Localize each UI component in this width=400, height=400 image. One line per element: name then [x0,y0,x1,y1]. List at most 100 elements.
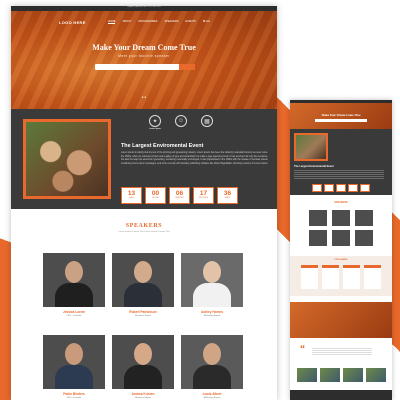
counter-label: SECONDS [199,197,208,199]
counter-seats: 36 SEATS [217,187,238,204]
search-button[interactable] [179,64,195,70]
counter-label: SEATS [224,197,231,199]
mobile-speaker-photo[interactable] [355,230,373,246]
mobile-testimonial-text [312,348,372,356]
speaker-name: Pablo Binders [63,392,85,396]
speaker-card[interactable]: Andrea Kristen Business Expert [112,335,174,399]
site-logo[interactable]: LOGO HERE [59,20,86,25]
counter-hours: 00 HOURS [145,187,166,204]
counter-value: 00 [151,190,160,197]
nav-item-programmes[interactable]: PROGRAMMES [138,20,157,24]
counter-label: MINUTES [175,197,184,199]
speaker-name: Jessica Lorem [62,310,86,314]
nav-menu: HOME ABOUT PROGRAMMES SPEAKERS EVENTS BL… [107,20,210,24]
mobile-speakers-title: SPEAKERS [334,201,348,204]
speaker-role: Business Expert [135,397,151,399]
mobile-testimonial: “ [290,338,392,368]
nav-item-speakers[interactable]: SPEAKERS [164,20,178,24]
mobile-program-card[interactable] [364,265,381,289]
mobile-speaker-photo[interactable] [332,210,350,226]
mobile-programs-title: PROGRAMS [334,259,348,261]
main-navigation: LOGO HERE HOME ABOUT PROGRAMMES SPEAKERS… [11,17,277,27]
speaker-name: Ashley Homes [201,310,223,314]
speaker-photo [181,253,243,307]
mobile-orange-banner [290,302,392,338]
mobile-gallery-thumb[interactable] [365,368,386,382]
event-title: The Largest Enviromental Event [121,143,204,149]
mobile-program-card[interactable] [322,265,339,289]
counter-label: DAYS [129,197,134,199]
quote-icon: “ [300,344,305,355]
speaker-card[interactable]: Robert Patrickson Business Expert [112,253,174,317]
mobile-search-input[interactable] [315,119,367,122]
nav-item-about[interactable]: ABOUT [122,20,131,24]
speakers-subtitle: Lorem Ipsum Dummy Text Lorem Ipsum Dummy… [118,231,170,233]
speaker-card[interactable]: Ashley Homes Marketing Expert [181,253,243,317]
speaker-name: Robert Patrickson [129,310,157,314]
mobile-gallery-thumb[interactable] [296,368,317,382]
speaker-name: Andrea Kristen [131,392,155,396]
counter-value: 36 [223,190,232,197]
mobile-speaker-photo[interactable] [332,230,350,246]
mobile-event-photo [294,133,328,161]
building-icon: ▦ Lorem Ipsum [149,115,213,130]
counter-label: HOURS [152,197,159,199]
speaker-role: CEO - Founder [66,397,82,399]
counter-value: 06 [175,190,184,197]
speaker-grid: Jessica Lorem CEO - Founder Robert Patri… [43,253,243,399]
mobile-counters [312,184,370,192]
slider-dots[interactable]: ● ● [11,95,277,99]
speaker-photo [43,335,105,389]
speaker-card[interactable]: Pablo Binders CEO - Founder [43,335,105,399]
nav-item-blog[interactable]: BLOG [203,20,210,24]
mobile-event-text [294,170,384,180]
counter-days: 13 DAYS [121,187,142,204]
hero-search [95,64,195,70]
mobile-speaker-grid [290,210,392,246]
counter-seconds: 17 SECONDS [193,187,214,204]
mobile-gallery-thumb[interactable] [319,368,340,382]
mobile-speaker-photo[interactable] [355,210,373,226]
mobile-event-section: The Largest Enviromental Event [290,129,392,195]
speakers-section: SPEAKERS Lorem Ipsum Dummy Text Lorem Ip… [11,209,277,400]
mobile-gallery-thumb[interactable] [342,368,363,382]
counter-value: 17 [199,190,208,197]
desktop-mockup: support@domain.com +012 345 6789 LOGO HE… [11,6,277,400]
counter-value: 13 [127,190,136,197]
mobile-program-cards [290,265,392,289]
speaker-name: Lewis Albert [202,392,222,396]
mobile-counter [348,184,358,192]
mobile-program-card[interactable] [343,265,360,289]
mobile-program-card[interactable] [301,265,318,289]
hero-subtitle: Meet your favorite speaker [118,54,170,58]
mobile-speaker-photo[interactable] [309,210,327,226]
counter-minutes: 06 MINUTES [169,187,190,204]
mobile-footer [290,390,392,400]
event-section: ✦ Lorem Ipsum ☺ Lorem Ipsum ▦ Lorem Ipsum T… [11,109,277,209]
speakers-title: SPEAKERS [125,223,163,229]
speaker-role: CEO - Founder [66,315,82,317]
nav-item-events[interactable]: EVENTS [185,20,195,24]
feature-caption: Lorem Ipsum [149,128,161,130]
mobile-gallery [290,368,392,382]
event-photo [23,119,111,199]
mobile-mockup: Make Your Dream Come True The Largest En… [290,100,392,400]
countdown-counters: 13 DAYS 00 HOURS 06 MINUTES 17 SECONDS 36 SEA… [121,187,238,204]
nav-item-home[interactable]: HOME [107,20,116,24]
event-feature-icons: ✦ Lorem Ipsum ☺ Lorem Ipsum ▦ Lorem Ipsum [149,115,213,130]
speaker-card[interactable]: Lewis Albert Marketing Expert [181,335,243,399]
speaker-role: Marketing Expert [203,397,221,399]
hero-section: LOGO HERE HOME ABOUT PROGRAMMES SPEAKERS… [11,11,277,109]
mobile-event-title: The Largest Enviromental Event [294,165,334,168]
mobile-counter [336,184,346,192]
mobile-counter [324,184,334,192]
mobile-counter [312,184,322,192]
speaker-card[interactable]: Jessica Lorem CEO - Founder [43,253,105,317]
mobile-speaker-photo[interactable] [309,230,327,246]
search-input[interactable] [95,64,179,70]
speaker-role: Business Expert [135,315,151,317]
mobile-hero: Make Your Dream Come True [290,103,392,129]
lightbulb-icon: ✦ Lorem Ipsum [149,115,161,130]
event-description: Lorem ipsum is simply dummy text of the … [121,152,269,165]
mobile-hero-title: Make Your Dream Come True [321,113,361,117]
